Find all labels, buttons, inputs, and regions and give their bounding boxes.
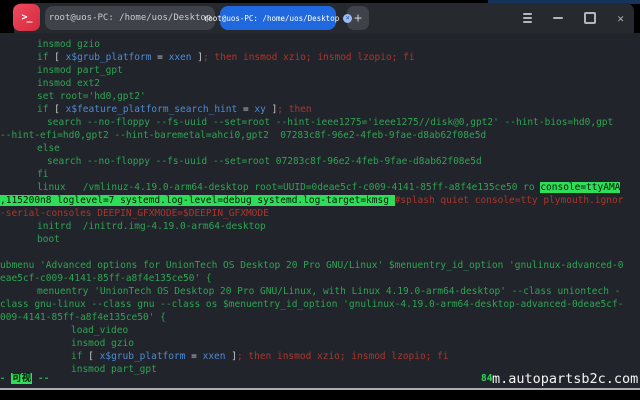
terminal-line: load_video bbox=[71, 325, 129, 336]
terminal-line: initrd /initrd.img-4.19.0-arm64-desktop bbox=[37, 221, 266, 232]
terminal-line: 009-4141-85ff-a8f4e135ce50' { bbox=[0, 312, 166, 323]
menu-icon[interactable] bbox=[523, 13, 533, 23]
vim-ruler-fragment: 84 bbox=[481, 373, 493, 384]
tab-active-label: root@uos-PC: /home/uos/Desktop bbox=[203, 13, 340, 23]
terminal-line: search --no-floppy --fs-uuid --set=root … bbox=[47, 156, 482, 167]
terminal-line: ubmenu 'Advanced options for UnionTech O… bbox=[0, 260, 624, 271]
terminal-content[interactable]: insmod gzio if [ x$grub_platform = xxen ]… bbox=[0, 33, 640, 388]
terminal-line: if [ x$grub_platform = xxen ]; then insm… bbox=[37, 52, 415, 63]
terminal-line: linux /vmlinuz-4.19.0-arm64-desktop root… bbox=[37, 182, 621, 193]
terminal-line: --hint-efi=hd0,gpt2 --hint-baremetal=ahc… bbox=[0, 130, 487, 141]
minimize-button[interactable] bbox=[553, 17, 564, 19]
terminal-line: eae5cf-c009-4141-85ff-a8f4e135ce50' { bbox=[0, 273, 212, 284]
terminal-line: if [ x$feature_platform_search_hint = xy… bbox=[37, 104, 312, 115]
terminal-line: insmod gzio bbox=[37, 39, 100, 50]
terminal-line: menuentry 'UnionTech OS Desktop 20 Pro G… bbox=[37, 286, 621, 297]
terminal-lines: insmod gzio if [ x$grub_platform = xxen ]… bbox=[0, 33, 640, 376]
titlebar: >_ root@uos-PC: /home/uos/Desktop root@u… bbox=[13, 3, 634, 33]
terminal-line: if [ x$grub_platform = xxen ]; then insm… bbox=[71, 351, 449, 362]
tab-close-icon[interactable]: × bbox=[343, 13, 353, 23]
terminal-line: class gnu-linux --class gnu --class os $… bbox=[0, 299, 624, 310]
tab-inactive-label: root@uos-PC: /home/uos/Desktop bbox=[48, 13, 212, 23]
vim-visual-mode-label: 可视 bbox=[11, 373, 33, 384]
terminal-line: else bbox=[37, 143, 60, 154]
tab-active[interactable]: root@uos-PC: /home/uos/Desktop × bbox=[204, 6, 353, 30]
terminal-line: insmod part_gpt bbox=[37, 65, 123, 76]
tab-bar: root@uos-PC: /home/uos/Desktop root@uos-… bbox=[45, 3, 369, 33]
terminal-line: set root='hd0,gpt2' bbox=[37, 91, 146, 102]
terminal-line: boot bbox=[37, 234, 60, 245]
terminal-app-icon: >_ bbox=[13, 4, 40, 31]
vim-mode-indicator: -- 可视 -- bbox=[0, 373, 50, 384]
terminal-line: fi bbox=[37, 169, 49, 180]
tab-inactive[interactable]: root@uos-PC: /home/uos/Desktop bbox=[45, 6, 215, 30]
terminal-line: insmod gzio bbox=[71, 338, 134, 349]
terminal-line: -serial-consoles DEEPIN_GFXMODE=$DEEPIN_… bbox=[0, 208, 269, 219]
window-controls: ✕ bbox=[523, 12, 634, 24]
terminal-line: search --no-floppy --fs-uuid --set=root … bbox=[47, 117, 614, 128]
terminal-line: ,115200n8 loglevel=7 systemd.log-level=d… bbox=[0, 195, 624, 206]
close-button[interactable]: ✕ bbox=[617, 13, 624, 24]
terminal-line: insmod ext2 bbox=[37, 78, 100, 89]
screen: { "titlebar": { "app_icon_glyph": ">_", … bbox=[0, 0, 640, 400]
watermark-text: m.autopartsb2c.com bbox=[492, 371, 639, 387]
maximize-button[interactable] bbox=[584, 12, 597, 24]
window-bottom-edge bbox=[0, 388, 640, 390]
